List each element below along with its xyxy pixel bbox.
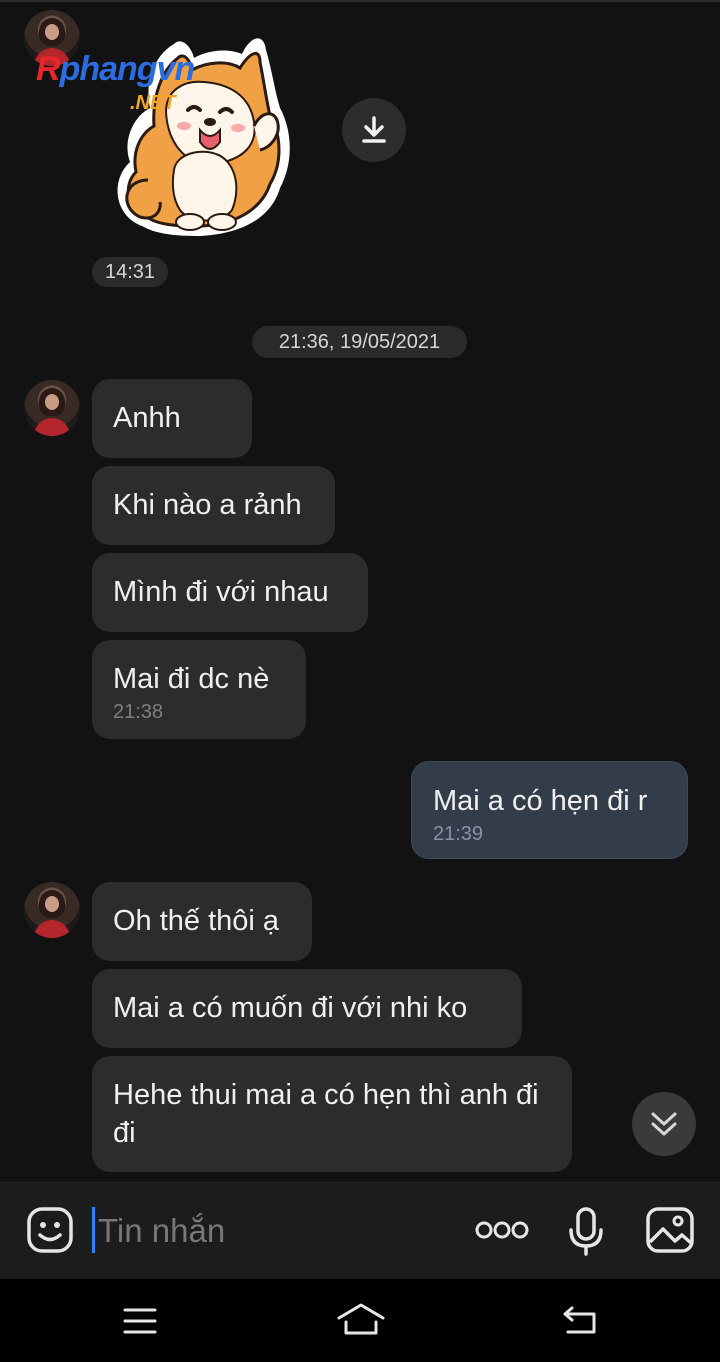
message-bubble[interactable]: Oh thế thôi ạ [92, 882, 312, 961]
message-text: Mai đi dc nè [113, 663, 270, 695]
chevron-double-down-icon [651, 1112, 677, 1136]
contact-avatar[interactable] [24, 882, 80, 938]
message-text: Mai a có hẹn đi r [433, 785, 648, 817]
message-bubble-outgoing[interactable]: Mai a có hẹn đi r 21:39 [411, 761, 688, 859]
message-text: Khi nào a rảnh [113, 489, 302, 521]
home-icon[interactable] [336, 1302, 386, 1336]
message-text: Oh thế thôi ạ [113, 905, 280, 937]
menu-icon[interactable] [122, 1306, 158, 1336]
message-time: 21:38 [113, 701, 164, 723]
download-button[interactable] [342, 98, 406, 162]
message-bubble[interactable]: Mai a có muốn đi với nhi ko [92, 969, 522, 1048]
download-icon [362, 116, 386, 143]
watermark-logo: Rphangvn [36, 50, 195, 88]
message-text: Mai a có muốn đi với nhi ko [113, 992, 468, 1024]
status-divider [0, 0, 720, 2]
message-bubble[interactable]: Mai đi dc nè 21:38 [92, 640, 306, 739]
microphone-icon[interactable] [567, 1206, 605, 1256]
message-bubble[interactable]: Mình đi với nhau [92, 553, 368, 632]
message-bubble[interactable]: Khi nào a rảnh [92, 466, 335, 545]
date-separator: 21:36, 19/05/2021 [252, 326, 467, 358]
message-time: 21:39 [433, 823, 484, 845]
watermark-logo-suffix: .NET [130, 92, 176, 114]
back-icon[interactable] [560, 1304, 598, 1336]
emoji-icon[interactable] [26, 1206, 74, 1254]
message-text: Anhh [113, 402, 181, 434]
message-text: Hehe thui mai a có hẹn thì anh đi đi [113, 1079, 539, 1149]
image-icon[interactable] [645, 1206, 695, 1254]
scroll-to-bottom-button[interactable] [632, 1092, 696, 1156]
message-input[interactable]: Tin nhắn [98, 1208, 225, 1254]
message-bubble[interactable]: Hehe thui mai a có hẹn thì anh đi đi [92, 1056, 572, 1172]
more-icon[interactable] [474, 1218, 530, 1242]
message-timestamp: 14:31 [92, 257, 168, 287]
message-bubble[interactable]: Anhh [92, 379, 252, 458]
text-caret [92, 1207, 95, 1253]
contact-avatar[interactable] [24, 380, 80, 436]
message-text: Mình đi với nhau [113, 576, 329, 608]
